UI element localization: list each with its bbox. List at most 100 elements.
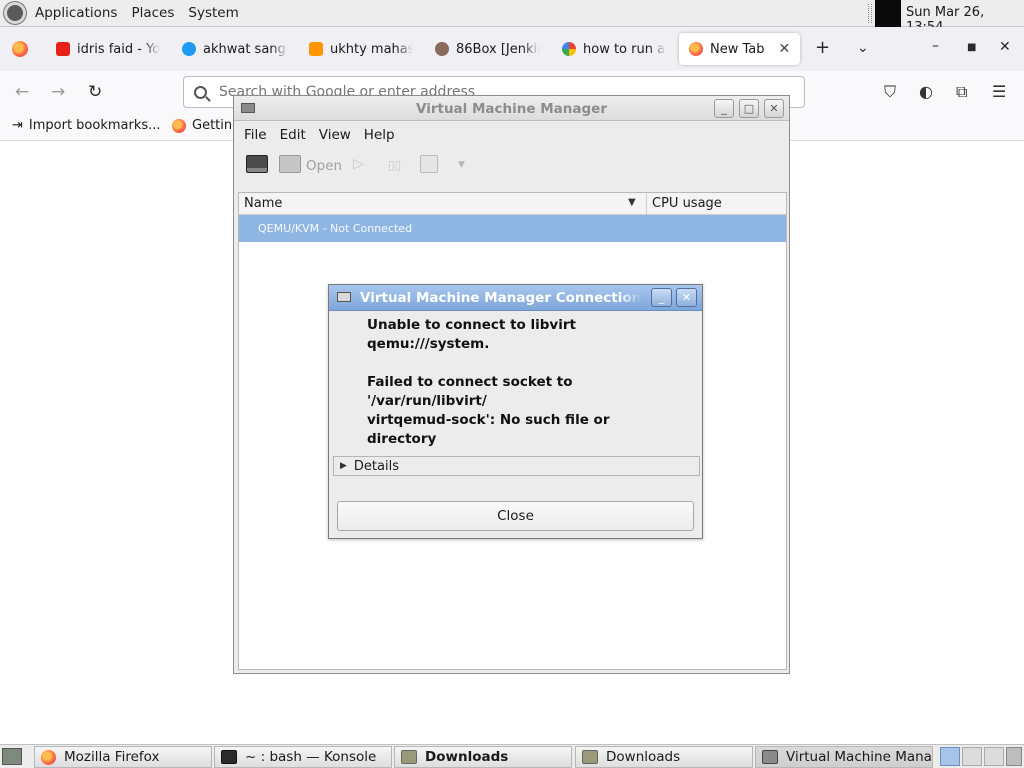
taskbar-konsole[interactable]: ~ : bash — Konsole bbox=[214, 746, 392, 768]
menu-system[interactable]: System bbox=[188, 5, 238, 21]
workspace-switcher-2[interactable] bbox=[962, 747, 982, 766]
taskbar-downloads-2[interactable]: Downloads bbox=[575, 746, 753, 768]
tab-title: 86Box [Jenkin bbox=[456, 41, 540, 57]
panel-separator bbox=[868, 4, 872, 23]
distro-logo-icon[interactable] bbox=[4, 2, 26, 24]
tab-title: ukhty mahas bbox=[330, 41, 413, 57]
connection-row[interactable]: QEMU/KVM - Not Connected bbox=[239, 215, 786, 242]
dialog-close-button[interactable]: ✕ bbox=[676, 288, 697, 307]
taskbar-label: Downloads bbox=[606, 749, 681, 765]
vmm-toolbar: Open ▷ ▯▯ ▼ bbox=[234, 149, 789, 183]
tab-4[interactable]: 86Box [Jenkin bbox=[435, 33, 540, 65]
tab-1[interactable]: idris faid - Yo bbox=[56, 33, 162, 65]
taskbar-label: ~ : bash — Konsole bbox=[245, 749, 377, 765]
dialog-titlebar[interactable]: Virtual Machine Manager Connection Failu… bbox=[329, 285, 702, 311]
import-icon: ⇥ bbox=[12, 118, 23, 133]
bookmark-getting-started[interactable]: Getting bbox=[172, 118, 240, 133]
details-expander[interactable]: ▶ Details bbox=[333, 456, 700, 476]
taskbar-downloads-1[interactable]: Downloads bbox=[394, 746, 572, 768]
top-panel: Applications Places System Sun Mar 26, 1… bbox=[0, 0, 1024, 35]
open-button-label[interactable]: Open bbox=[306, 158, 342, 174]
folder-icon bbox=[401, 750, 417, 764]
maximize-icon[interactable]: ■ bbox=[967, 42, 976, 53]
bookmark-label: Import bookmarks... bbox=[28, 118, 161, 133]
pause-icon[interactable]: ▯▯ bbox=[388, 158, 401, 172]
column-divider bbox=[646, 193, 647, 215]
tab-title: New Tab bbox=[710, 41, 765, 57]
expander-arrow-icon: ▶ bbox=[340, 461, 347, 471]
trash-icon[interactable] bbox=[1006, 747, 1022, 766]
connection-failure-dialog: Virtual Machine Manager Connection Failu… bbox=[328, 284, 703, 539]
column-name[interactable]: Name bbox=[244, 196, 282, 211]
reload-icon[interactable]: ↻ bbox=[88, 82, 102, 102]
firefox-view-icon[interactable] bbox=[12, 41, 28, 57]
vmm-icon bbox=[762, 750, 778, 764]
error-secondary-text: Failed to connect socket to '/var/run/li… bbox=[367, 374, 610, 447]
details-label: Details bbox=[353, 458, 399, 474]
menu-applications[interactable]: Applications bbox=[35, 5, 117, 21]
vmm-maximize-button[interactable]: □ bbox=[739, 99, 759, 118]
new-tab-icon[interactable]: + bbox=[815, 37, 830, 58]
taskbar-firefox[interactable]: Mozilla Firefox bbox=[34, 746, 212, 768]
connection-label: QEMU/KVM - Not Connected bbox=[258, 222, 413, 235]
tab-3[interactable]: ukhty mahas bbox=[309, 33, 413, 65]
app-menu-icon[interactable]: ☰ bbox=[992, 82, 1006, 101]
shutdown-dropdown-icon[interactable]: ▼ bbox=[458, 160, 465, 170]
tab-2[interactable]: akhwat sange bbox=[182, 33, 288, 65]
minimize-icon[interactable]: – bbox=[932, 38, 939, 54]
search-icon bbox=[194, 85, 207, 99]
vmm-menubar: File Edit View Help bbox=[234, 121, 789, 149]
extensions-icon[interactable]: ⧉ bbox=[956, 82, 967, 102]
close-button[interactable]: Close bbox=[337, 501, 694, 531]
show-desktop-icon[interactable] bbox=[2, 748, 22, 765]
panel-applet[interactable] bbox=[875, 0, 901, 27]
new-vm-icon[interactable] bbox=[246, 155, 268, 173]
back-icon[interactable]: ← bbox=[15, 82, 29, 102]
vmm-minimize-button[interactable]: _ bbox=[714, 99, 734, 118]
shutdown-icon[interactable] bbox=[420, 155, 438, 173]
firefox-icon bbox=[172, 118, 186, 133]
open-vm-icon[interactable] bbox=[279, 155, 301, 173]
dialog-message: Unable to connect to libvirt qemu:///sys… bbox=[367, 316, 677, 449]
youtube-icon bbox=[56, 42, 70, 56]
tab-title: akhwat sange bbox=[203, 41, 288, 57]
bookmark-icon bbox=[309, 42, 323, 56]
vmm-menu-file[interactable]: File bbox=[244, 127, 267, 143]
taskbar-vmm[interactable]: Virtual Machine Mana... bbox=[755, 746, 933, 768]
menu-places[interactable]: Places bbox=[131, 5, 174, 21]
account-icon[interactable]: ◐ bbox=[919, 82, 933, 101]
taskbar-label: Virtual Machine Mana... bbox=[786, 749, 933, 765]
terminal-icon bbox=[221, 750, 237, 764]
sort-arrow-icon: ▼ bbox=[628, 197, 636, 208]
google-icon bbox=[562, 42, 576, 56]
run-icon[interactable]: ▷ bbox=[353, 156, 364, 172]
forward-icon[interactable]: → bbox=[51, 82, 65, 102]
tab-title: how to run ap bbox=[583, 41, 666, 57]
vmm-menu-view[interactable]: View bbox=[319, 127, 351, 143]
close-tab-icon[interactable]: ✕ bbox=[779, 41, 791, 57]
list-tabs-chevron-icon[interactable]: ⌄ bbox=[857, 40, 869, 56]
dialog-minimize-button[interactable]: _ bbox=[651, 288, 672, 307]
browser-tab-strip: idris faid - Yo akhwat sange ukhty mahas… bbox=[0, 27, 1024, 71]
bottom-taskbar: Mozilla Firefox ~ : bash — Konsole Downl… bbox=[0, 744, 1024, 768]
error-primary-text: Unable to connect to libvirt qemu:///sys… bbox=[367, 317, 576, 352]
twitter-icon bbox=[182, 42, 196, 56]
bookmark-import[interactable]: ⇥ Import bookmarks... bbox=[12, 118, 161, 133]
workspace-switcher-1[interactable] bbox=[940, 747, 960, 766]
vmm-menu-edit[interactable]: Edit bbox=[280, 127, 306, 143]
firefox-icon bbox=[41, 749, 56, 765]
column-cpu-usage[interactable]: CPU usage bbox=[652, 196, 722, 211]
dialog-title: Virtual Machine Manager Connection Failu… bbox=[360, 290, 642, 306]
vmm-window-title: Virtual Machine Manager bbox=[416, 101, 607, 117]
tab-new-tab[interactable]: New Tab ✕ bbox=[679, 33, 800, 65]
tab-5[interactable]: how to run ap bbox=[562, 33, 666, 65]
jenkins-icon bbox=[435, 42, 449, 56]
vmm-menu-help[interactable]: Help bbox=[364, 127, 395, 143]
tab-title: idris faid - Yo bbox=[77, 41, 161, 57]
workspace-switcher-3[interactable] bbox=[984, 747, 1004, 766]
pocket-icon[interactable]: ⛉ bbox=[884, 82, 896, 102]
vmm-titlebar[interactable]: Virtual Machine Manager _ □ ✕ bbox=[234, 96, 789, 121]
taskbar-label: Downloads bbox=[425, 749, 509, 765]
vmm-close-button[interactable]: ✕ bbox=[764, 99, 784, 118]
window-close-icon[interactable]: ✕ bbox=[999, 39, 1011, 55]
